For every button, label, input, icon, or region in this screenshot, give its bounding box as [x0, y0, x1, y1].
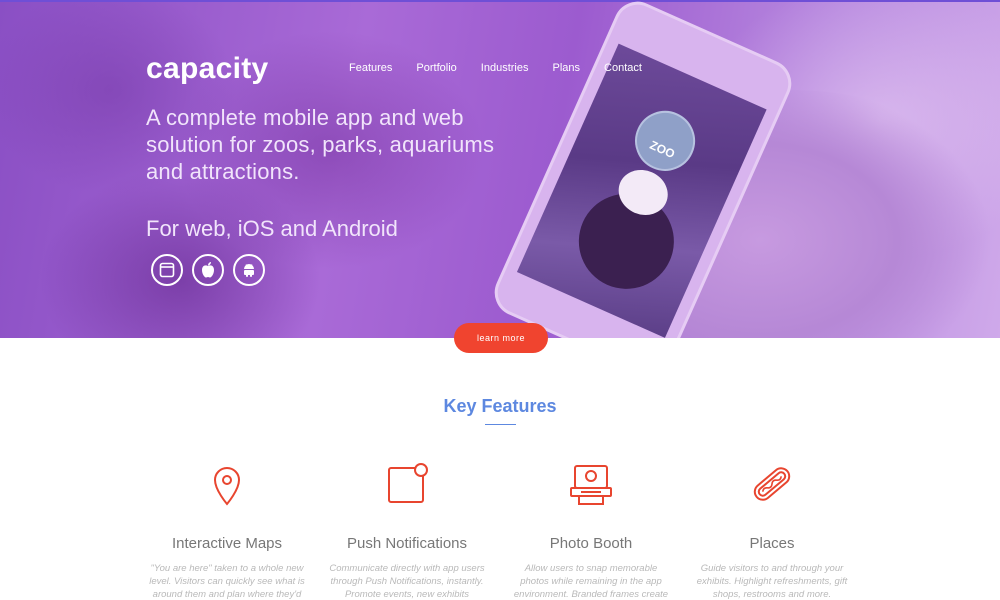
feature-description: Allow users to snap memorable photos whi…: [513, 563, 669, 600]
key-features-underline: [485, 424, 516, 425]
android-icon[interactable]: [233, 254, 265, 286]
learn-more-button[interactable]: learn more: [454, 323, 548, 353]
feature-description: Guide visitors to and through your exhib…: [696, 563, 848, 600]
main-nav: Features Portfolio Industries Plans Cont…: [349, 62, 666, 74]
feature-title: Interactive Maps: [171, 535, 283, 552]
logo[interactable]: capacity: [146, 52, 268, 86]
platforms-title: For web, iOS and Android: [146, 216, 398, 241]
hero-headline: A complete mobile app and web solution f…: [146, 105, 495, 184]
feature-places: Places Guide visitors to and through you…: [677, 460, 867, 600]
top-accent-line: [0, 0, 1000, 2]
feature-interactive-maps: Interactive Maps "You are here" taken to…: [132, 460, 322, 600]
map-pin-icon: [203, 460, 251, 508]
feature-photo-booth: Photo Booth Allow users to snap memorabl…: [496, 460, 686, 600]
hotdog-icon: [748, 460, 796, 508]
nav-item-contact[interactable]: Contact: [604, 62, 642, 74]
feature-description: "You are here" taken to a whole new leve…: [149, 563, 305, 600]
key-features-title: Key Features: [443, 396, 557, 416]
nav-item-features[interactable]: Features: [349, 62, 392, 74]
web-icon[interactable]: [151, 254, 183, 286]
feature-title: Push Notifications: [346, 535, 468, 552]
feature-title: Photo Booth: [549, 535, 633, 552]
nav-item-portfolio[interactable]: Portfolio: [416, 62, 456, 74]
notification-icon: [383, 460, 431, 508]
nav-item-industries[interactable]: Industries: [481, 62, 529, 74]
hero-section: ZOO capacity Features Portfolio Industri…: [0, 0, 1000, 338]
apple-icon[interactable]: [192, 254, 224, 286]
feature-title: Places: [749, 535, 795, 552]
feature-push-notifications: Push Notifications Communicate directly …: [312, 460, 502, 600]
camera-icon: [567, 460, 615, 508]
zoo-logo-badge: [625, 101, 705, 181]
platform-icons: [151, 254, 274, 286]
nav-item-plans[interactable]: Plans: [552, 62, 580, 74]
feature-description: Communicate directly with app users thro…: [329, 563, 485, 600]
